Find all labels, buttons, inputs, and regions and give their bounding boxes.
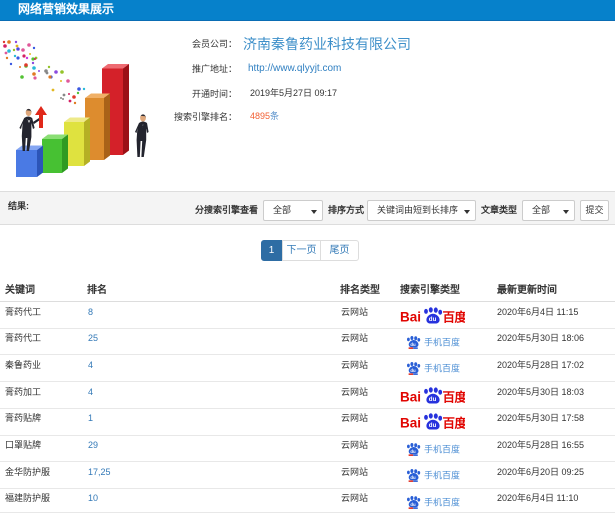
svg-text:百度: 百度 (443, 416, 466, 431)
svg-text:du: du (410, 502, 416, 507)
svg-text:Bai: Bai (400, 309, 421, 324)
svg-text:Bai: Bai (400, 416, 421, 431)
svg-text:百度: 百度 (443, 389, 466, 404)
svg-text:du: du (410, 368, 416, 373)
svg-text:du: du (429, 316, 437, 323)
svg-text:手机百度: 手机百度 (424, 496, 460, 507)
svg-text:手机百度: 手机百度 (424, 470, 460, 481)
svg-text:Bai: Bai (400, 389, 421, 404)
svg-text:du: du (429, 396, 437, 403)
svg-text:手机百度: 手机百度 (424, 363, 460, 374)
svg-text:du: du (410, 475, 416, 480)
svg-text:百度: 百度 (443, 309, 466, 324)
svg-text:手机百度: 手机百度 (424, 336, 460, 347)
svg-text:du: du (429, 422, 437, 429)
svg-text:du: du (410, 341, 416, 346)
svg-text:du: du (410, 448, 416, 453)
svg-text:手机百度: 手机百度 (424, 443, 460, 454)
